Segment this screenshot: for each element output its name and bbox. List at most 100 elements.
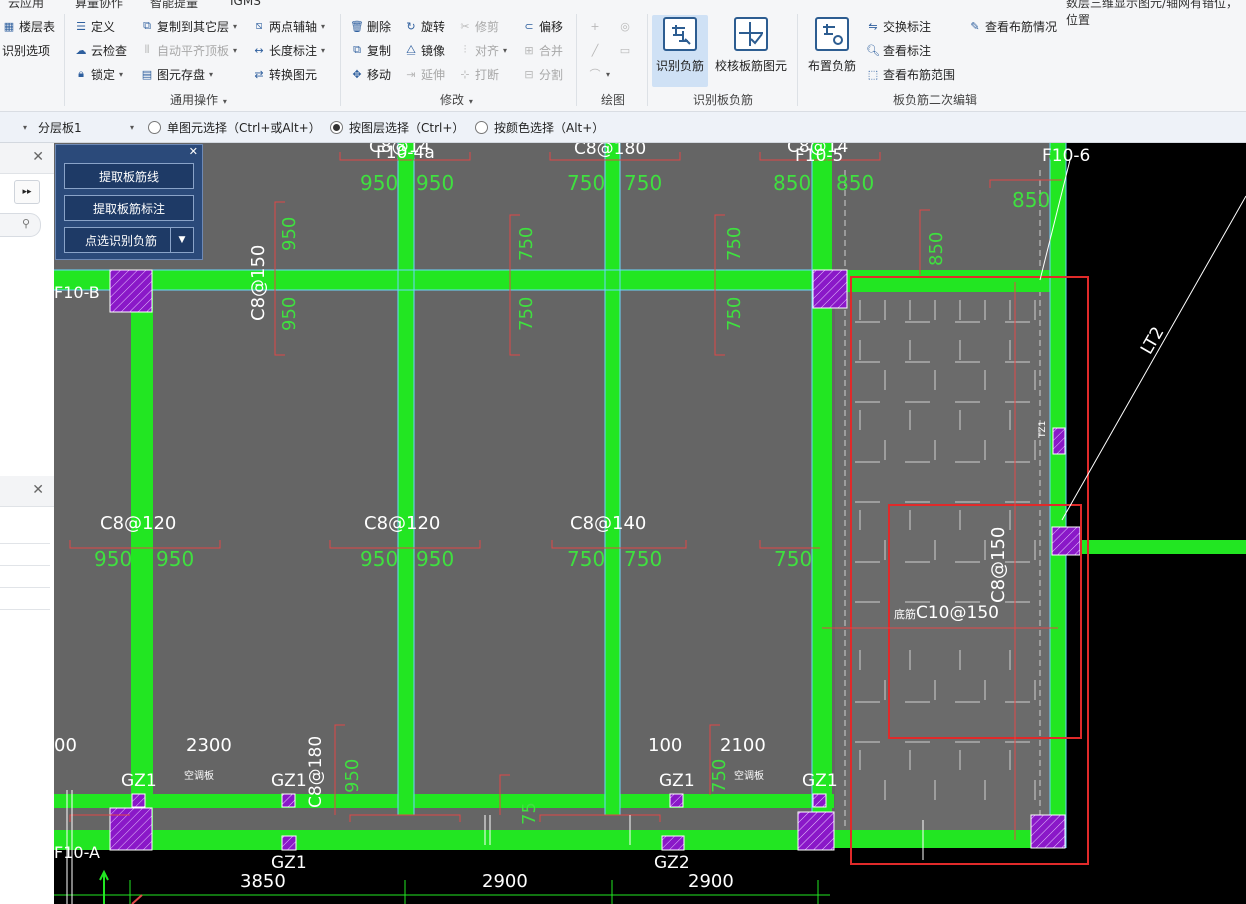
extend-button[interactable]: ⇥ 延伸 [404,64,445,84]
trim-button[interactable]: ✂ 修剪 [458,16,499,36]
close-icon[interactable]: ✕ [32,482,44,498]
radio-layer-select[interactable]: 按图层选择（Ctrl+） [330,119,464,136]
extract-rebar-lines-button[interactable]: 提取板筋线 [64,163,194,189]
convert-element-button[interactable]: ⇄ 转换图元 [252,64,317,84]
draw-point-button[interactable]: + [588,16,602,36]
draw-line-button[interactable]: ╱ [588,40,602,60]
length-dim-button[interactable]: ↔ 长度标注 ▾ [252,40,325,60]
group-label-general[interactable]: 通用操作 ▾ [170,91,227,108]
draw-rect-button[interactable]: ▭ [618,40,632,60]
ac-label: 空调板 [184,771,214,782]
search-box[interactable]: ⚲ [0,213,41,237]
radio-single-select[interactable]: 单图元选择（Ctrl+或Alt+） [148,119,321,136]
point-recognize-button[interactable]: 点选识别负筋 ▼ [64,227,194,253]
auto-align-top-button[interactable]: ⫴ 自动平齐顶板 ▾ [140,40,237,60]
check-slab-rebar-button[interactable]: 校核板筋图元 [714,15,788,74]
view-rebar-status-button[interactable]: ✎ 查看布筋情况 [968,16,1057,36]
break-button[interactable]: ⊹ 打断 [458,64,499,84]
cloud-check-button[interactable]: ☁ 云检查 [74,40,128,60]
group-label-edit2: 板负筋二次编辑 [893,93,978,107]
beam-vertical [131,285,153,840]
mirror-button[interactable]: ⧋ 镜像 [404,40,445,60]
view-label-button[interactable]: 🔍︎ 查看标注 [866,40,931,60]
chevron-down-icon: ▾ [129,122,134,132]
left-panel-header: ✕ [0,143,54,174]
floor-table-button[interactable]: ▦ 楼层表 [2,16,55,36]
define-button[interactable]: ☰ 定义 [74,16,115,36]
group-label-modify[interactable]: 修改 ▾ [440,91,473,108]
menu-smart[interactable]: 智能提量 [150,0,198,11]
two-point-axis-button[interactable]: ⧅ 两点辅轴 ▾ [252,16,326,36]
draw-arc-button[interactable]: ⌒ ▾ [588,64,611,84]
property-row[interactable] [0,544,50,566]
align-button[interactable]: ⫶ 对齐 ▾ [458,40,507,60]
dim-3850: 3850 [240,871,286,892]
save-icon: ▤ [141,67,153,81]
align-icon: ⫶ [463,43,467,56]
save-element-button[interactable]: ▤ 图元存盘 ▾ [140,64,213,84]
dim-2900: 2900 [688,871,734,892]
y-axis-arrow-icon [99,869,109,904]
axis-label-f10-a: F10-A [54,843,100,862]
expand-button[interactable]: ▸▸ [14,180,40,204]
layer-select[interactable]: 分层板1 ▾ [38,119,134,135]
prev-combo-arrow[interactable]: ▾ [22,119,27,135]
chevron-down-icon: ▾ [23,122,28,132]
close-icon[interactable]: ✕ [189,145,198,158]
range-icon: ⬚ [867,67,879,81]
lock-button[interactable]: 🔒︎ 锁定 ▾ [74,64,123,84]
close-icon[interactable]: ✕ [32,149,44,165]
recognize-neg-rebar-button[interactable]: 识别负筋 [652,15,708,87]
recognize-float-panel: ✕ 提取板筋线 提取板筋标注 点选识别负筋 ▼ [55,144,203,260]
dim-00: 00 [54,735,77,756]
beam-vertical [398,143,414,815]
view-label-icon: 🔍︎ [866,43,880,57]
rectangle-icon: ▭ [619,43,631,57]
axis-label-f10-5: F10-5 [795,146,844,166]
group-label-recognize: 识别板负筋 [693,93,754,107]
circle-icon: ◎ [620,19,630,33]
copy-button[interactable]: ⧉ 复制 [350,40,391,60]
menu-collab[interactable]: 算量协作 [75,0,123,11]
convert-icon: ⇄ [254,67,264,81]
view-rebar-range-button[interactable]: ⬚ 查看布筋范围 [866,64,955,84]
property-row[interactable] [0,588,50,610]
beam-vertical [812,143,832,848]
rotate-button[interactable]: ↻ 旋转 [404,16,445,36]
drawing-canvas[interactable]: F10-4a C8@14 C8@180 C8@14 F10-5 F10-6 F1… [54,143,1246,904]
place-neg-rebar-button[interactable]: 布置负筋 [806,15,858,74]
radio-color-select[interactable]: 按颜色选择（Alt+） [475,119,604,136]
chevron-down-icon: ▾ [209,69,214,79]
dim-2300: 2300 [186,735,232,756]
rebar-label-mid-2: C8@120 [364,513,441,534]
merge-button[interactable]: ⊞ 合并 [522,40,563,60]
extract-rebar-labels-button[interactable]: 提取板筋标注 [64,195,194,221]
rebar-label-mid-1: C8@120 [100,513,177,534]
recognize-options-button[interactable]: 识别选项 [2,40,50,60]
property-row[interactable] [0,566,50,588]
group-label-draw: 绘图 [601,93,626,107]
column [131,793,146,808]
dimension-icon: ↔ [254,43,264,57]
left-panel: ✕ ▸▸ ⚲ ✕ ‹ [0,143,72,904]
axis-icon: ⧅ [255,19,263,32]
axis-label-f10-6: F10-6 [1042,146,1091,166]
copy-to-layer-button[interactable]: ⧉ 复制到其它层 ▾ [140,16,237,36]
dim-950-v: 950 [279,216,300,251]
selection-toolbar: ▾ 分层板1 ▾ 单图元选择（Ctrl+或Alt+） 按图层选择（Ctrl+） … [0,112,1246,143]
draw-circle-button[interactable]: ◎ [618,16,632,36]
rebar-label-vert: C8@150 [248,244,269,321]
delete-button[interactable]: 🗑︎ 删除 [350,16,391,36]
rebar-label-top-2: C8@180 [574,143,647,159]
menu-cloud-app[interactable]: 云应用 [8,0,44,11]
move-button[interactable]: ✥ 移动 [350,64,391,84]
swap-label-button[interactable]: ⇋ 交换标注 [866,16,931,36]
dim-950: 950 [416,547,455,571]
merge-icon: ⊞ [524,43,534,57]
menu-igms[interactable]: IGMS [230,0,261,8]
dim-950: 950 [360,171,399,195]
offset-button[interactable]: ⊂ 偏移 [522,16,563,36]
gz1-label: GZ1 [271,771,307,791]
split-button[interactable]: ⊟ 分割 [522,64,563,84]
dropdown-arrow-icon[interactable]: ▼ [170,228,193,252]
